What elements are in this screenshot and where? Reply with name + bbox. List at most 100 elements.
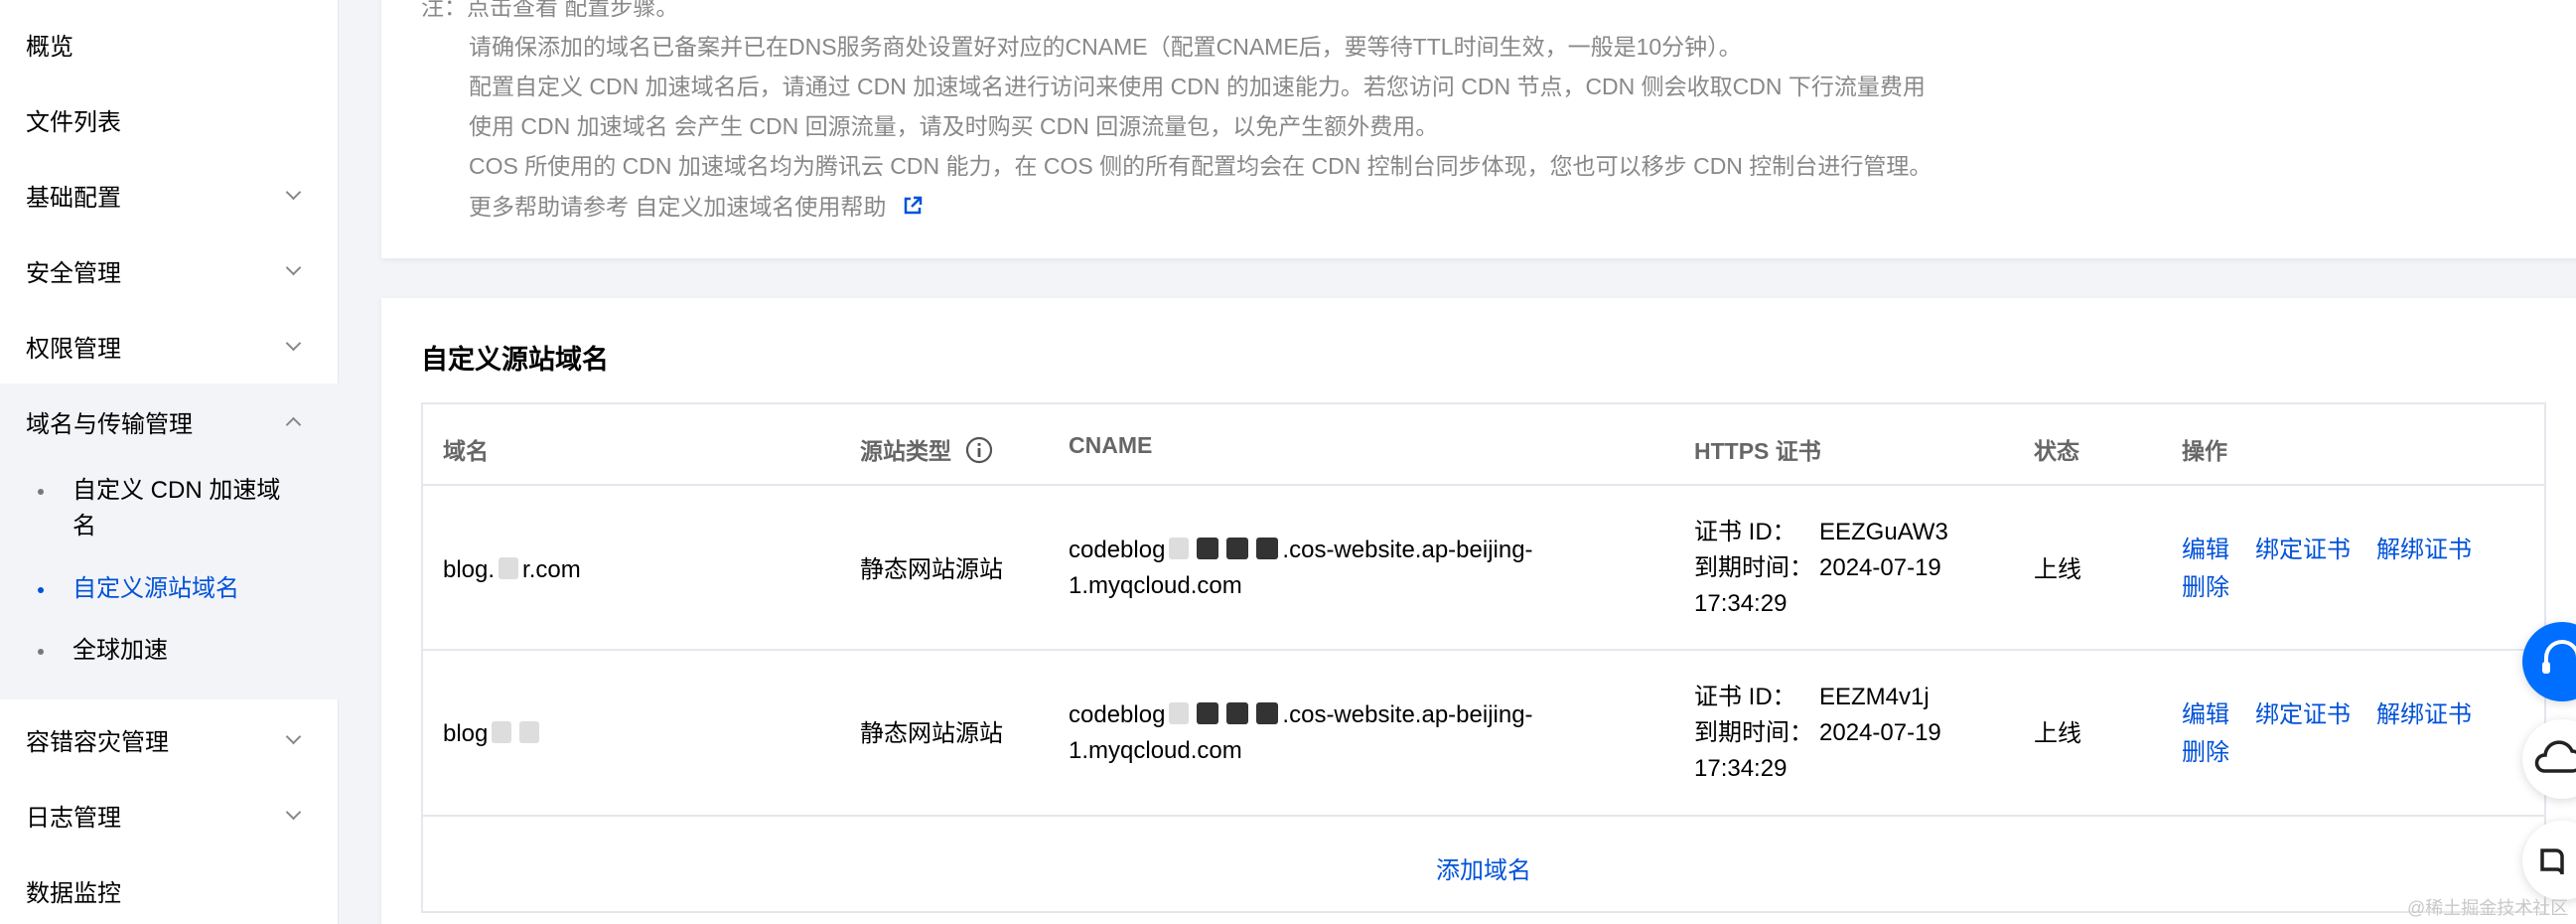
- sidebar-item-label: 基础配置: [26, 184, 121, 212]
- masked-region: [1226, 538, 1249, 559]
- notice-text: 。: [655, 0, 679, 20]
- cert-id: EEZGuAW3: [1819, 519, 1948, 545]
- sidebar-item-file-list[interactable]: 文件列表: [0, 81, 339, 157]
- cdn-origin-traffic-pack-link[interactable]: CDN 回源流量包: [1040, 113, 1210, 139]
- docs-button[interactable]: [2522, 821, 2576, 900]
- cert-id: EEZM4v1j: [1819, 684, 1930, 710]
- sidebar-item-permissions[interactable]: 权限管理: [0, 308, 339, 384]
- actions-cell: 编辑 绑定证书 解绑证书 删除: [2182, 696, 2498, 772]
- notice-text: ，以免产生额外费用。: [1210, 113, 1439, 139]
- add-domain-link[interactable]: 添加域名: [1436, 850, 1531, 885]
- sidebar-item-label: 权限管理: [26, 335, 121, 363]
- notice-line-2: 配置自定义 CDN 加速域名后，请通过 CDN 加速域名进行访问来使用 CDN …: [469, 68, 1926, 101]
- chevron-down-icon: [285, 259, 302, 276]
- cname-text: codeblog: [1069, 537, 1166, 563]
- column-header-status: 状态: [2034, 438, 2079, 464]
- domain-cell: blog. r.com: [443, 552, 581, 588]
- expire-time: 17:34:29: [1694, 590, 1788, 617]
- notice-text: 注：点击查看: [421, 0, 558, 20]
- sidebar-item-security[interactable]: 安全管理: [0, 232, 339, 308]
- chevron-down-icon: [285, 728, 302, 745]
- sidebar-subitem-global-acceleration[interactable]: 全球加速: [0, 633, 339, 669]
- edit-link[interactable]: 编辑: [2182, 537, 2229, 563]
- cdn-downstream-fee-link[interactable]: CDN 下行流量费用: [1733, 74, 1926, 99]
- external-link-icon[interactable]: [903, 195, 923, 222]
- notice-line-3: 使用 CDN 加速域名 会产生 CDN 回源流量，请及时购买 CDN 回源流量包…: [469, 107, 1438, 141]
- chevron-up-icon: [285, 416, 302, 433]
- masked-region: [1226, 702, 1249, 724]
- edit-link[interactable]: 编辑: [2182, 701, 2229, 728]
- table-divider: [421, 484, 2546, 486]
- cert-cell: 证书 ID： EEZGuAW3 到期时间： 2024-07-19 17:34:29: [1694, 515, 1948, 622]
- masked-region: [499, 557, 519, 579]
- sidebar-subitem-label: 自定义源站域名: [72, 575, 239, 602]
- delete-link[interactable]: 删除: [2182, 739, 2229, 766]
- masked-region: [1256, 702, 1279, 724]
- status-cell: 上线: [2034, 720, 2081, 747]
- info-icon[interactable]: [965, 436, 993, 470]
- chevron-down-icon: [285, 804, 302, 821]
- custom-domain-help-link[interactable]: 自定义加速域名使用帮助: [635, 194, 886, 220]
- cname-text: codeblog: [1069, 701, 1166, 728]
- config-steps-link[interactable]: 配置步骤: [564, 0, 655, 20]
- notice-text: 更多帮助请参考: [469, 194, 629, 220]
- delete-link[interactable]: 删除: [2182, 574, 2229, 601]
- notice-text: 配置自定义 CDN 加速域名后，请通过 CDN 加速域名进行访问来使用 CDN …: [469, 74, 1733, 99]
- domain-text: blog.: [443, 556, 496, 583]
- sidebar-subitem-custom-origin-domain[interactable]: 自定义源站域名: [0, 571, 339, 607]
- sidebar-item-label: 安全管理: [26, 259, 121, 287]
- notice-line-1: 请确保添加的域名已备案并已在DNS服务商处设置好对应的CNAME（配置CNAME…: [469, 34, 1742, 60]
- table-divider: [421, 815, 2546, 817]
- unbind-cert-link[interactable]: 解绑证书: [2376, 537, 2472, 563]
- sidebar: 概览 文件列表 基础配置 安全管理 权限管理 域名与传输管理 自定义 CDN 加…: [0, 0, 339, 924]
- column-header-cname: CNAME: [1069, 432, 1153, 458]
- chevron-down-icon: [285, 335, 302, 352]
- expire-label: 到期时间：: [1694, 554, 1813, 581]
- column-header-origin-type: 源站类型: [860, 432, 993, 470]
- notice-line-0: 注：点击查看 配置步骤。: [421, 0, 678, 22]
- notice-text: COS 所使用的 CDN 加速域名均为腾讯云 CDN 能力，在 COS 侧的所有…: [469, 153, 1687, 179]
- bullet-icon: [38, 489, 44, 495]
- origin-type-cell: 静态网站源站: [860, 720, 1003, 747]
- masked-region: [1169, 702, 1190, 724]
- section-title: 自定义源站域名: [421, 345, 609, 375]
- sidebar-item-overview[interactable]: 概览: [0, 6, 339, 81]
- sidebar-item-log-management[interactable]: 日志管理: [0, 777, 339, 852]
- sidebar-item-monitoring[interactable]: 数据监控: [0, 852, 339, 924]
- masked-region: [1256, 538, 1279, 559]
- table-divider: [421, 649, 2546, 651]
- cdn-console-link[interactable]: CDN 控制台: [1693, 153, 1817, 179]
- origin-domain-table: [421, 402, 2546, 913]
- sidebar-item-label: 数据监控: [26, 879, 121, 907]
- notice-text: 进行管理。: [1817, 153, 1932, 179]
- book-icon: [2540, 848, 2564, 875]
- bind-cert-link[interactable]: 绑定证书: [2255, 537, 2351, 563]
- headset-icon: [2542, 640, 2576, 674]
- cname-text: 1.myqcloud.com: [1069, 737, 1242, 764]
- support-button[interactable]: [2522, 622, 2576, 701]
- notice-text: 使用 CDN 加速域名 会产生 CDN 回源流量，请及时购买: [469, 113, 1034, 139]
- notice-line-5: 更多帮助请参考 自定义加速域名使用帮助: [469, 188, 923, 222]
- unbind-cert-link[interactable]: 解绑证书: [2376, 701, 2472, 728]
- sidebar-subitem-label: 全球加速: [72, 637, 168, 664]
- sidebar-item-disaster-recovery[interactable]: 容错容灾管理: [0, 701, 339, 777]
- cname-text: 1.myqcloud.com: [1069, 572, 1242, 599]
- masked-region: [492, 721, 512, 743]
- column-header-domain: 域名: [443, 438, 489, 464]
- sidebar-item-label: 域名与传输管理: [26, 410, 193, 438]
- sidebar-subitem-custom-cdn-domain[interactable]: 自定义 CDN 加速域名: [0, 473, 339, 544]
- sidebar-item-domain-transfer[interactable]: 域名与传输管理: [0, 384, 339, 459]
- column-header-label: 源站类型: [860, 438, 951, 464]
- watermark: @稀土掘金技术社区: [2407, 898, 2569, 918]
- status-cell: 上线: [2034, 556, 2081, 583]
- cloud-icon: [2534, 740, 2576, 773]
- actions-cell: 编辑 绑定证书 解绑证书 删除: [2182, 532, 2498, 607]
- bind-cert-link[interactable]: 绑定证书: [2255, 701, 2351, 728]
- sidebar-item-label: 日志管理: [26, 804, 121, 832]
- cert-id-label: 证书 ID：: [1694, 519, 1796, 545]
- cloud-tool-button[interactable]: [2522, 719, 2576, 799]
- origin-type-cell: 静态网站源站: [860, 556, 1003, 583]
- sidebar-item-basic-config[interactable]: 基础配置: [0, 157, 339, 232]
- masked-region: [1169, 538, 1190, 559]
- masked-region: [1197, 702, 1219, 724]
